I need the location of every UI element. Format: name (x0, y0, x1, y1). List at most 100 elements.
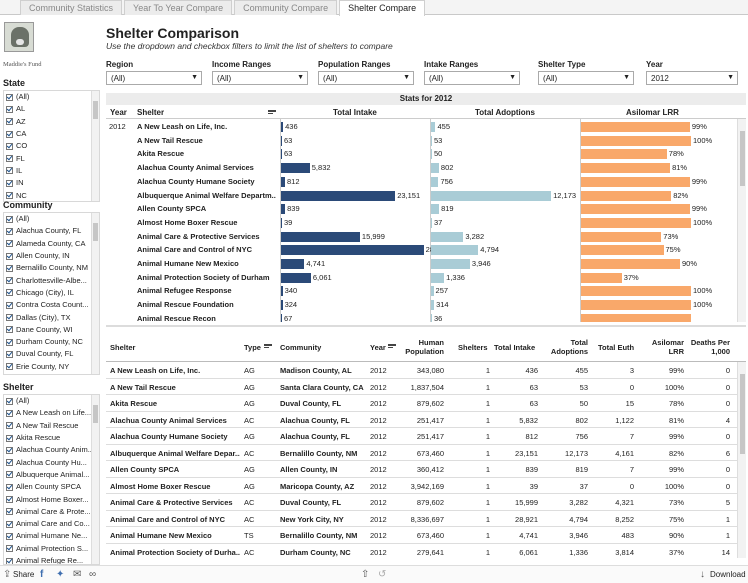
shelter-filter-item[interactable]: Albuquerque Animal... (4, 469, 99, 481)
checkbox[interactable] (6, 483, 13, 491)
checkbox[interactable] (6, 130, 13, 138)
checkbox[interactable] (6, 557, 13, 564)
state-filter-item[interactable]: IN (4, 177, 99, 189)
shelter-filter-item[interactable]: Animal Protection S... (4, 543, 99, 555)
chart-bar[interactable] (281, 259, 305, 269)
chart-bar[interactable] (431, 259, 470, 269)
chart-bar[interactable] (431, 204, 440, 215)
share-label[interactable]: Share (13, 570, 34, 579)
th-year[interactable]: Year (370, 343, 386, 352)
table-row[interactable]: Animal Protection Society of Durha... AC D… (106, 544, 738, 559)
community-filter-item[interactable]: Alameda County, CA (4, 238, 99, 250)
checkbox[interactable] (6, 142, 13, 150)
email-icon[interactable]: ✉ (73, 569, 81, 580)
twitter-icon[interactable]: ✦ (56, 569, 64, 580)
checkbox[interactable] (6, 326, 13, 334)
checkbox[interactable] (6, 434, 13, 442)
chevron-down-icon[interactable]: ▼ (403, 74, 410, 81)
table-row[interactable]: Animal Care and Control of NYC AC New York… (106, 511, 738, 527)
sort-icon[interactable] (388, 344, 396, 350)
chart-bar[interactable] (431, 163, 439, 174)
community-filter-item[interactable]: Charlottesville-Albe... (4, 274, 99, 286)
community-filter-item[interactable]: Duval County, FL (4, 348, 99, 360)
table-row[interactable]: Almost Home Boxer Rescue AG Maricopa Count… (106, 478, 738, 494)
community-filter-item[interactable]: Dallas (City), TX (4, 311, 99, 323)
chevron-down-icon[interactable]: ▼ (727, 74, 734, 81)
scroll-thumb[interactable] (93, 223, 98, 241)
chart-bar[interactable] (581, 135, 691, 146)
sort-icon[interactable] (264, 344, 272, 350)
chart-bar[interactable] (581, 217, 691, 228)
checkbox[interactable] (6, 118, 13, 126)
chevron-down-icon[interactable]: ▼ (509, 74, 516, 81)
chart-bar[interactable] (281, 204, 286, 215)
table-row[interactable]: Animal Humane New Mexico TS Bernalillo Cou… (106, 527, 738, 544)
chart-bar[interactable] (581, 190, 672, 201)
chart-bar[interactable] (431, 272, 445, 283)
checkbox[interactable] (6, 105, 13, 113)
shelter-filter-item[interactable]: Alachua County Hu... (4, 456, 99, 468)
shelter-filter-item[interactable]: Akita Rescue (4, 432, 99, 444)
table-row[interactable]: Alachua County Animal Services AC Alachua … (106, 412, 738, 428)
chevron-down-icon[interactable]: ▼ (297, 74, 304, 81)
checkbox[interactable] (6, 446, 13, 454)
checkbox[interactable] (6, 459, 13, 467)
checkbox[interactable] (6, 93, 13, 101)
revert-icon[interactable]: ↺ (378, 569, 386, 580)
chart-bar[interactable] (581, 122, 690, 132)
checkbox[interactable] (6, 167, 13, 175)
th-type[interactable]: Type (244, 343, 261, 352)
dropdown-select[interactable]: (All) ▼ (538, 71, 634, 85)
community-filter-item[interactable]: Harris County, TX (4, 373, 99, 374)
table-row[interactable]: Akita Rescue AG Duval County, FL 2012 879,60… (106, 395, 738, 412)
table-row[interactable]: Allen County SPCA AG Allen County, IN 2012 3… (106, 461, 738, 478)
checkbox[interactable] (6, 215, 13, 223)
chart-bar[interactable] (581, 176, 690, 187)
checkbox[interactable] (6, 520, 13, 528)
shelter-filter-item[interactable]: A New Tail Rescue (4, 420, 99, 432)
state-scrollbar[interactable] (91, 91, 99, 201)
checkbox[interactable] (6, 363, 13, 371)
shelter-filter-item[interactable]: Allen County SPCA (4, 481, 99, 493)
checkbox[interactable] (6, 227, 13, 235)
checkbox[interactable] (6, 508, 13, 516)
checkbox[interactable] (6, 496, 13, 504)
chart-bar[interactable] (281, 190, 396, 201)
shelter-scrollbar[interactable] (91, 395, 99, 564)
export-icon[interactable]: ⇧ (361, 569, 369, 580)
chart-bar[interactable] (431, 122, 436, 132)
download-label[interactable]: Download (710, 570, 746, 579)
chart-bar[interactable] (281, 245, 424, 256)
table-row[interactable]: A New Leash on Life, Inc. AG Madison Count… (106, 362, 738, 379)
chart-bar[interactable] (581, 259, 680, 269)
th-deaths-per-1000[interactable]: Deaths Per 1,000 (688, 338, 730, 356)
chart-bar[interactable] (281, 272, 311, 283)
share-icon[interactable]: ⇪ (3, 569, 11, 580)
community-filter-item[interactable]: Bernalillo County, NM (4, 262, 99, 274)
chart-bar[interactable] (281, 286, 283, 297)
checkbox[interactable] (6, 192, 13, 200)
chart-bar[interactable] (281, 176, 285, 187)
chart-bar[interactable] (431, 217, 432, 228)
table-row[interactable]: A New Tail Rescue AG Santa Clara County, C… (106, 379, 738, 395)
chart-bar[interactable] (431, 300, 435, 311)
table-row[interactable]: Alachua County Humane Society AG Alachua C… (106, 428, 738, 445)
community-filter-item[interactable]: Chicago (City), IL (4, 287, 99, 299)
chart-bar[interactable] (281, 163, 310, 174)
shelter-filter-item[interactable]: Almost Home Boxer... (4, 493, 99, 505)
tab-community-compare[interactable]: Community Compare (234, 0, 338, 15)
state-filter-item[interactable]: AZ (4, 116, 99, 128)
chart-bar[interactable] (431, 135, 432, 146)
shelter-filter-item[interactable]: Animal Humane Ne... (4, 530, 99, 542)
tab-shelter-compare[interactable]: Shelter Compare (339, 0, 426, 16)
shelter-filter-item[interactable]: Animal Care & Prote... (4, 506, 99, 518)
chart-bar[interactable] (431, 245, 479, 256)
community-filter-item[interactable]: Durham County, NC (4, 336, 99, 348)
chart-bar[interactable] (581, 313, 691, 322)
checkbox[interactable] (6, 422, 13, 430)
chart-bar[interactable] (581, 204, 690, 215)
state-filter-item[interactable]: CO (4, 140, 99, 152)
dropdown-select[interactable]: 2012 ▼ (646, 71, 738, 85)
state-filter-item[interactable]: IL (4, 165, 99, 177)
download-icon[interactable]: ↓ (700, 569, 705, 580)
